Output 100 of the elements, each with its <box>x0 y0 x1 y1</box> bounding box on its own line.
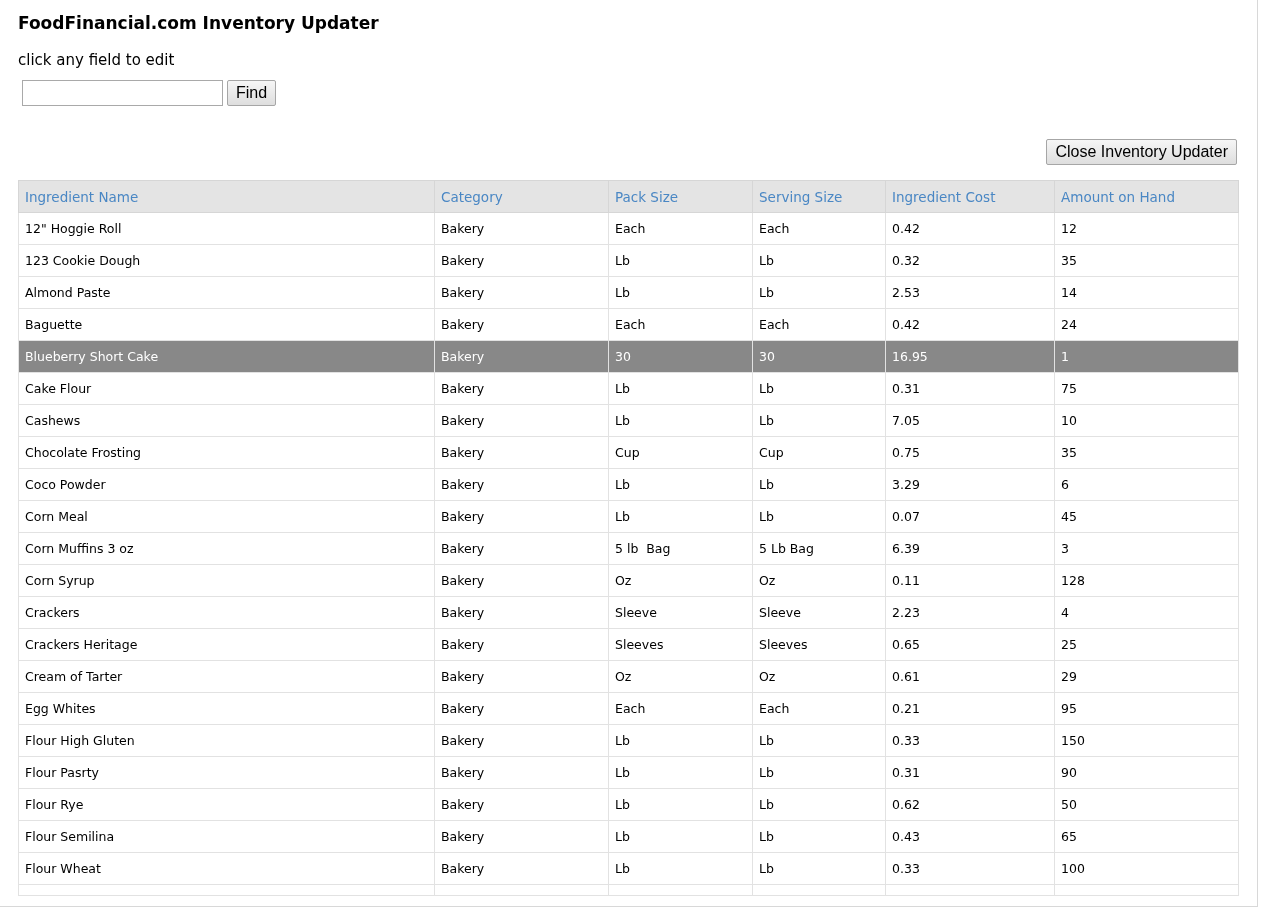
table-cell[interactable]: Lb <box>608 276 753 309</box>
table-cell[interactable]: 2.23 <box>885 596 1055 629</box>
table-cell[interactable]: Each <box>608 212 753 245</box>
table-cell[interactable]: 150 <box>1054 724 1239 757</box>
table-cell[interactable]: Sleeve <box>752 596 886 629</box>
table-cell[interactable]: 90 <box>1054 756 1239 789</box>
table-cell[interactable]: 25 <box>1054 628 1239 661</box>
table-cell[interactable]: 14 <box>1054 276 1239 309</box>
table-cell[interactable]: Lb <box>752 724 886 757</box>
table-cell[interactable]: 100 <box>1054 852 1239 885</box>
table-cell[interactable]: 29 <box>1054 660 1239 693</box>
table-cell[interactable]: 5 lb Bag <box>608 532 753 565</box>
table-cell[interactable]: Sleeves <box>608 628 753 661</box>
table-cell[interactable]: Bakery <box>434 468 609 501</box>
table-cell[interactable]: Oz <box>608 660 753 693</box>
table-cell[interactable]: 0.33 <box>885 724 1055 757</box>
table-cell[interactable]: Flour Rye <box>18 788 435 821</box>
table-cell[interactable]: Bakery <box>434 436 609 469</box>
table-cell[interactable]: Crackers Heritage <box>18 628 435 661</box>
table-cell[interactable]: Bakery <box>434 276 609 309</box>
table-cell[interactable]: Egg Whites <box>18 692 435 725</box>
table-cell[interactable]: Each <box>608 692 753 725</box>
table-row[interactable]: Cashews Bakery Lb Lb 7.05 10 <box>18 404 1239 437</box>
table-cell[interactable]: Bakery <box>434 564 609 597</box>
table-cell[interactable]: 75 <box>1054 372 1239 405</box>
search-field[interactable] <box>22 80 223 106</box>
table-cell[interactable]: 6.39 <box>885 532 1055 565</box>
table-cell[interactable]: Lb <box>608 724 753 757</box>
table-cell[interactable]: Each <box>752 308 886 341</box>
table-cell[interactable]: Cup <box>752 436 886 469</box>
table-cell[interactable]: 16.95 <box>885 340 1055 373</box>
table-cell[interactable]: Bakery <box>434 532 609 565</box>
table-cell[interactable]: 0.07 <box>885 500 1055 533</box>
table-row[interactable]: Flour Rye Bakery Lb Lb 0.62 50 <box>18 788 1239 821</box>
table-cell[interactable]: 0.43 <box>885 820 1055 853</box>
table-cell[interactable]: Flour High Gluten <box>18 724 435 757</box>
table-cell[interactable]: Oz <box>752 564 886 597</box>
table-cell[interactable]: 65 <box>1054 820 1239 853</box>
table-row[interactable]: Almond Paste Bakery Lb Lb 2.53 14 <box>18 276 1239 309</box>
table-cell[interactable]: Bakery <box>434 404 609 437</box>
table-cell[interactable]: 0.42 <box>885 212 1055 245</box>
table-cell[interactable]: Oz <box>608 564 753 597</box>
close-button[interactable]: Close Inventory Updater <box>1046 139 1237 165</box>
table-cell[interactable]: Lb <box>608 500 753 533</box>
table-cell[interactable]: Bakery <box>434 756 609 789</box>
table-row[interactable]: Chocolate Frosting Bakery Cup Cup 0.75 35 <box>18 436 1239 469</box>
table-cell[interactable]: Bakery <box>434 660 609 693</box>
table-cell[interactable]: 24 <box>1054 308 1239 341</box>
table-cell[interactable]: 1 <box>1054 340 1239 373</box>
table-cell[interactable]: Oz <box>752 660 886 693</box>
table-row[interactable]: 12" Hoggie Roll Bakery Each Each 0.42 12 <box>18 212 1239 245</box>
table-cell[interactable]: Sleeves <box>752 628 886 661</box>
find-button[interactable]: Find <box>227 80 277 106</box>
table-cell[interactable]: 30 <box>608 340 753 373</box>
table-cell[interactable]: Lb <box>752 276 886 309</box>
table-cell[interactable]: Bakery <box>434 724 609 757</box>
table-cell[interactable]: Cake Flour <box>18 372 435 405</box>
table-cell[interactable]: Lb <box>608 404 753 437</box>
table-cell[interactable]: Cream of Tarter <box>18 660 435 693</box>
table-cell[interactable]: Lb <box>608 244 753 277</box>
table-row[interactable]: Cream of Tarter Bakery Oz Oz 0.61 29 <box>18 660 1239 693</box>
table-cell[interactable]: Corn Muffins 3 oz <box>18 532 435 565</box>
table-cell[interactable]: Lb <box>752 852 886 885</box>
table-cell[interactable]: Bakery <box>434 692 609 725</box>
table-row[interactable]: Flour Semilina Bakery Lb Lb 0.43 65 <box>18 820 1239 853</box>
table-cell[interactable]: 30 <box>752 340 886 373</box>
table-cell[interactable]: Baguette <box>18 308 435 341</box>
table-cell[interactable]: Lb <box>752 244 886 277</box>
table-row[interactable]: Cake Flour Bakery Lb Lb 0.31 75 <box>18 372 1239 405</box>
table-cell[interactable]: 95 <box>1054 692 1239 725</box>
table-cell[interactable]: 3 <box>1054 532 1239 565</box>
table-cell[interactable]: Bakery <box>434 628 609 661</box>
table-cell[interactable]: Each <box>608 308 753 341</box>
table-cell[interactable]: 0.75 <box>885 436 1055 469</box>
table-cell[interactable]: Flour Wheat <box>18 852 435 885</box>
table-cell[interactable]: 10 <box>1054 404 1239 437</box>
table-cell[interactable]: 0.42 <box>885 308 1055 341</box>
table-cell[interactable]: Lb <box>608 372 753 405</box>
table-cell[interactable]: 0.31 <box>885 756 1055 789</box>
table-cell[interactable]: Bakery <box>434 212 609 245</box>
table-cell[interactable]: Bakery <box>434 788 609 821</box>
table-cell[interactable]: 5 Lb Bag <box>752 532 886 565</box>
table-cell[interactable]: Each <box>752 692 886 725</box>
table-row[interactable]: Flour Pasrty Bakery Lb Lb 0.31 90 <box>18 756 1239 789</box>
table-cell[interactable]: Flour Semilina <box>18 820 435 853</box>
table-row[interactable]: Blueberry Short Cake Bakery 30 30 16.95 1 <box>18 340 1239 373</box>
table-row[interactable]: Baguette Bakery Each Each 0.42 24 <box>18 308 1239 341</box>
table-cell[interactable]: Bakery <box>434 596 609 629</box>
table-cell[interactable]: 0.65 <box>885 628 1055 661</box>
table-cell[interactable]: Bakery <box>434 308 609 341</box>
table-cell[interactable]: Cup <box>608 436 753 469</box>
table-row[interactable]: Coco Powder Bakery Lb Lb 3.29 6 <box>18 468 1239 501</box>
table-row[interactable]: Flour Wheat Bakery Lb Lb 0.33 100 <box>18 852 1239 885</box>
table-cell[interactable]: 0.31 <box>885 372 1055 405</box>
table-cell[interactable]: 7.05 <box>885 404 1055 437</box>
table-cell[interactable]: Lb <box>608 788 753 821</box>
table-cell[interactable]: Lb <box>608 852 753 885</box>
table-cell[interactable]: Lb <box>752 404 886 437</box>
table-cell[interactable]: Lb <box>752 756 886 789</box>
table-cell[interactable]: Bakery <box>434 244 609 277</box>
